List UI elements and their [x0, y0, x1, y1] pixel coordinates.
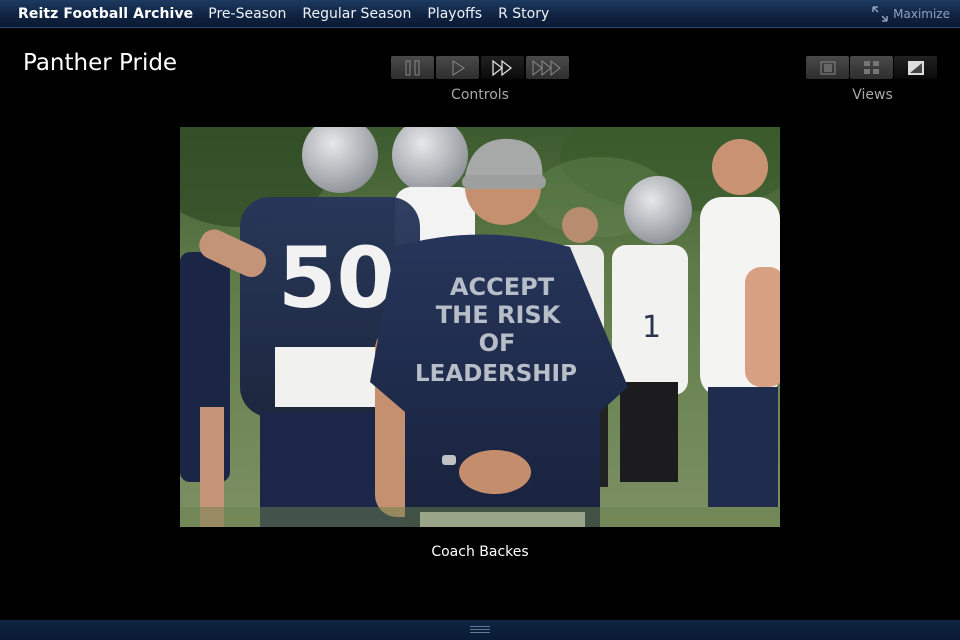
maximize-label: Maximize [893, 7, 950, 21]
football-practice-photo: 1 50 ACCEPT THE RISK OF LEADERSHIP [180, 127, 780, 527]
main-nav: Reitz Football Archive Pre-Season Regula… [18, 0, 565, 28]
fullscreen-view-button[interactable] [894, 56, 937, 79]
maximize-button[interactable]: Maximize [872, 0, 950, 28]
single-view-button[interactable] [806, 56, 849, 79]
grid-view-button[interactable] [850, 56, 893, 79]
pause-icon [405, 60, 419, 75]
svg-text:1: 1 [642, 310, 661, 345]
view-selector [806, 56, 938, 79]
shirt-text-line-4: LEADERSHIP [415, 361, 577, 387]
nav-item-r-story[interactable]: R Story [498, 6, 549, 22]
fastest-forward-icon [532, 59, 561, 76]
site-brand-link[interactable]: Reitz Football Archive [18, 6, 193, 22]
top-navigation-bar: Reitz Football Archive Pre-Season Regula… [0, 0, 960, 28]
bottom-bar [0, 620, 960, 640]
fastest-forward-button[interactable] [526, 56, 569, 79]
play-icon [452, 59, 465, 76]
play-button[interactable] [436, 56, 479, 79]
shirt-text-line-3: OF [479, 329, 516, 357]
drag-handle-icon[interactable] [470, 626, 490, 635]
views-label: Views [852, 87, 893, 103]
nav-item-playoffs[interactable]: Playoffs [427, 6, 482, 22]
slideshow-controls [391, 56, 571, 79]
single-view-icon [820, 61, 835, 74]
nav-item-regular-season[interactable]: Regular Season [302, 6, 411, 22]
shirt-text-line-1: ACCEPT [450, 273, 555, 301]
fullscreen-view-icon [907, 60, 924, 75]
pause-button[interactable] [391, 56, 434, 79]
shirt-text-line-2: THE RISK [436, 301, 562, 329]
grid-view-icon [863, 60, 879, 74]
slideshow-photo[interactable]: 1 50 ACCEPT THE RISK OF LEADERSHIP [180, 127, 780, 527]
nav-item-pre-season[interactable]: Pre-Season [208, 6, 286, 22]
controls-label: Controls [451, 87, 509, 103]
fast-forward-icon [491, 59, 512, 76]
maximize-icon [872, 6, 888, 22]
jersey-number: 50 [278, 229, 395, 327]
fast-forward-button[interactable] [481, 56, 524, 79]
page-title: Panther Pride [23, 50, 178, 76]
photo-caption: Coach Backes [431, 544, 529, 560]
